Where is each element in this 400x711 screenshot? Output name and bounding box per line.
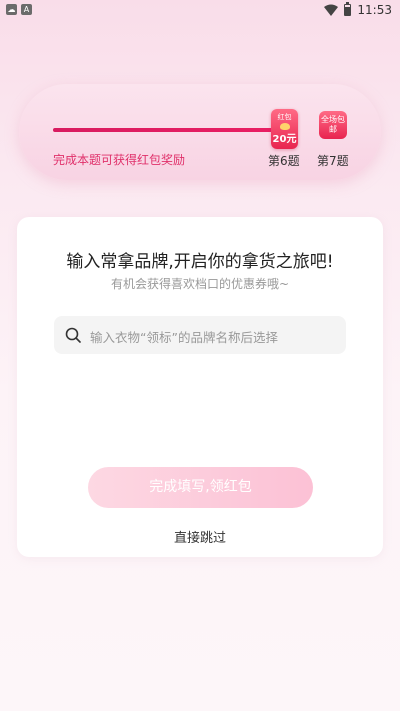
- card-title: 输入常拿品牌,开启你的拿货之旅吧!: [66, 252, 334, 272]
- reward-amount: 20元: [272, 134, 297, 145]
- card-subtitle: 有机会获得喜欢档口的优惠券哦~: [110, 277, 290, 291]
- progress-card: 红包 20元 全场包邮 完成本题可获得红包奖励 第6题 第7题: [19, 84, 381, 180]
- submit-claim-red-packet-button[interactable]: 完成填写,领红包: [88, 467, 313, 508]
- search-placeholder: 输入衣物“领标”的品牌名称后选择: [90, 330, 278, 345]
- step-7-label: 第7题: [317, 154, 349, 168]
- progress-hint: 完成本题可获得红包奖励: [53, 153, 186, 167]
- wifi-icon: [324, 4, 339, 16]
- status-time: 11:53: [357, 3, 392, 17]
- battery-icon: [344, 2, 352, 16]
- app-a-icon: A: [21, 4, 32, 15]
- free-shipping-badge: 全场包邮: [319, 111, 347, 139]
- coin-icon: [279, 123, 290, 130]
- cloud-icon: ☁: [6, 4, 17, 15]
- status-left: ☁ A: [6, 4, 32, 15]
- step-6-label: 第6题: [268, 154, 300, 168]
- progress-track: [53, 128, 285, 132]
- search-icon: [65, 327, 81, 343]
- status-right: 11:53: [324, 2, 392, 17]
- reward-badge-label: 红包: [277, 113, 292, 121]
- red-packet-reward-badge: 红包 20元: [271, 109, 298, 149]
- skip-button[interactable]: 直接跳过: [17, 527, 383, 546]
- status-bar: ☁ A 11:53: [0, 0, 400, 22]
- brand-search-input[interactable]: 输入衣物“领标”的品牌名称后选择: [54, 316, 346, 354]
- brand-input-card: 输入常拿品牌,开启你的拿货之旅吧! 有机会获得喜欢档口的优惠券哦~ 输入衣物“领…: [17, 217, 383, 557]
- progress-fill: [53, 128, 274, 132]
